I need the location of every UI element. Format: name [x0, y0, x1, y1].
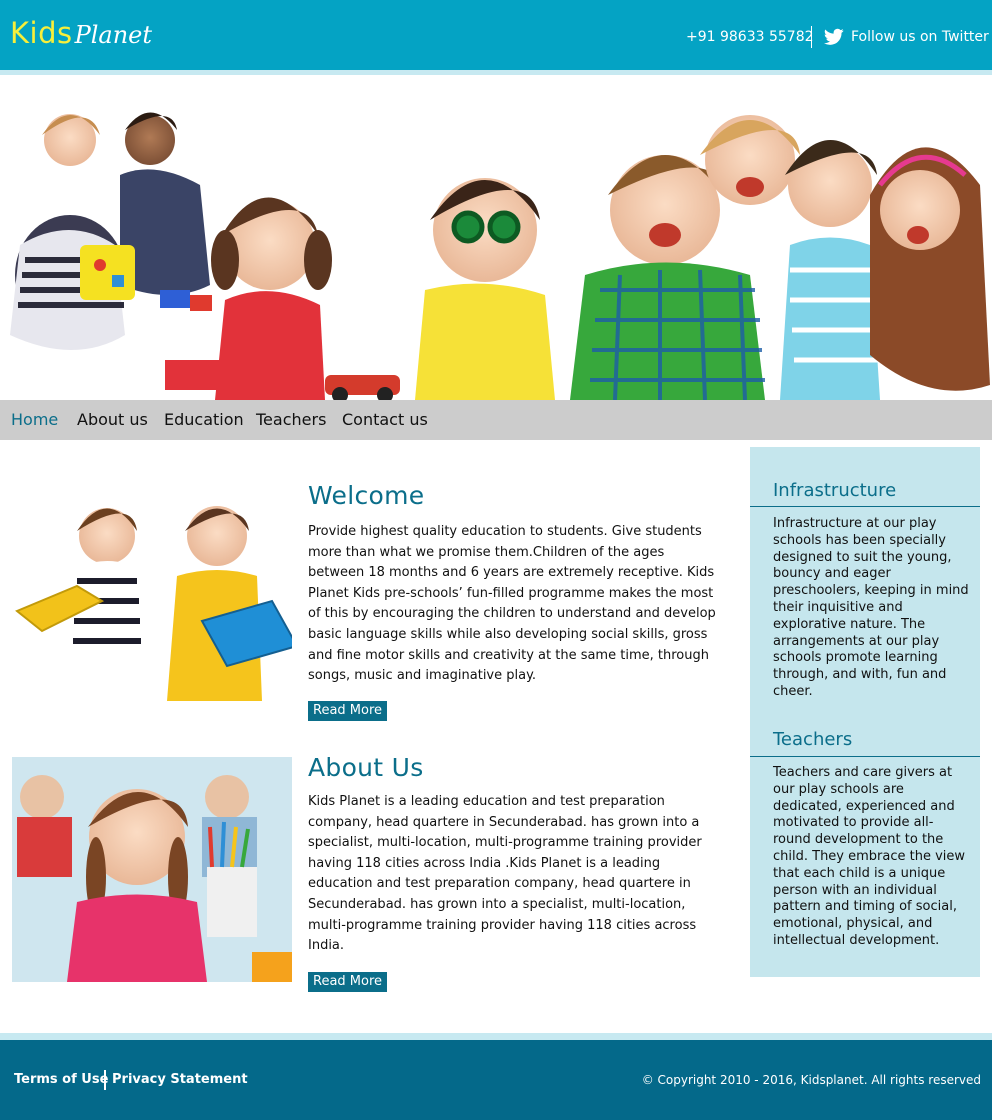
- about-us-title: About Us: [308, 753, 424, 782]
- logo-planet-text: Planet: [74, 21, 153, 49]
- main-nav: Home About us Education Teachers Contact…: [0, 400, 992, 440]
- teachers-divider: [750, 756, 980, 757]
- twitter-bird-icon[interactable]: [824, 28, 844, 46]
- nav-item-home[interactable]: Home: [11, 410, 58, 429]
- about-us-text: Kids Planet is a leading education and t…: [308, 794, 702, 954]
- site-footer: Terms of Use Privacy Statement © Copyrig…: [0, 1040, 992, 1120]
- nav-item-teachers[interactable]: Teachers: [256, 410, 326, 429]
- infrastructure-divider: [750, 506, 980, 507]
- sidebar: Infrastructure Infrastructure at our pla…: [750, 447, 980, 977]
- site-logo[interactable]: KidsPlanet: [10, 16, 152, 56]
- about-us-read-more-button[interactable]: Read More: [308, 972, 388, 992]
- terms-of-use-link[interactable]: Terms of Use: [14, 1072, 108, 1087]
- footer-divider: [104, 1070, 106, 1090]
- about-us-image: [12, 757, 292, 982]
- nav-item-education[interactable]: Education: [164, 410, 244, 429]
- phone-number: +91 98633 55782: [686, 29, 814, 45]
- welcome-image: [12, 481, 292, 706]
- nav-item-contact-us[interactable]: Contact us: [342, 410, 428, 429]
- infrastructure-text: Infrastructure at our play schools has b…: [773, 516, 969, 699]
- footer-stripe: [0, 1033, 992, 1040]
- teachers-text: Teachers and care givers at our play sch…: [773, 765, 966, 948]
- welcome-title: Welcome: [308, 481, 425, 510]
- hero-banner: [0, 75, 992, 400]
- privacy-statement-link[interactable]: Privacy Statement: [112, 1072, 248, 1087]
- teachers-title: Teachers: [773, 729, 853, 750]
- welcome-text: Provide highest quality education to stu…: [308, 524, 716, 684]
- infrastructure-title: Infrastructure: [773, 480, 897, 501]
- welcome-read-more-button[interactable]: Read More: [308, 701, 388, 721]
- logo-kids-text: Kids: [10, 16, 73, 50]
- site-header: KidsPlanet +91 98633 55782 Follow us on …: [0, 0, 992, 70]
- header-divider: [811, 26, 812, 48]
- copyright-text: © Copyright 2010 - 2016, Kidsplanet. All…: [641, 1073, 981, 1087]
- nav-item-about-us[interactable]: About us: [77, 410, 148, 429]
- hero-children-illustration: [10, 112, 990, 400]
- twitter-follow-link[interactable]: Follow us on Twitter: [851, 29, 989, 45]
